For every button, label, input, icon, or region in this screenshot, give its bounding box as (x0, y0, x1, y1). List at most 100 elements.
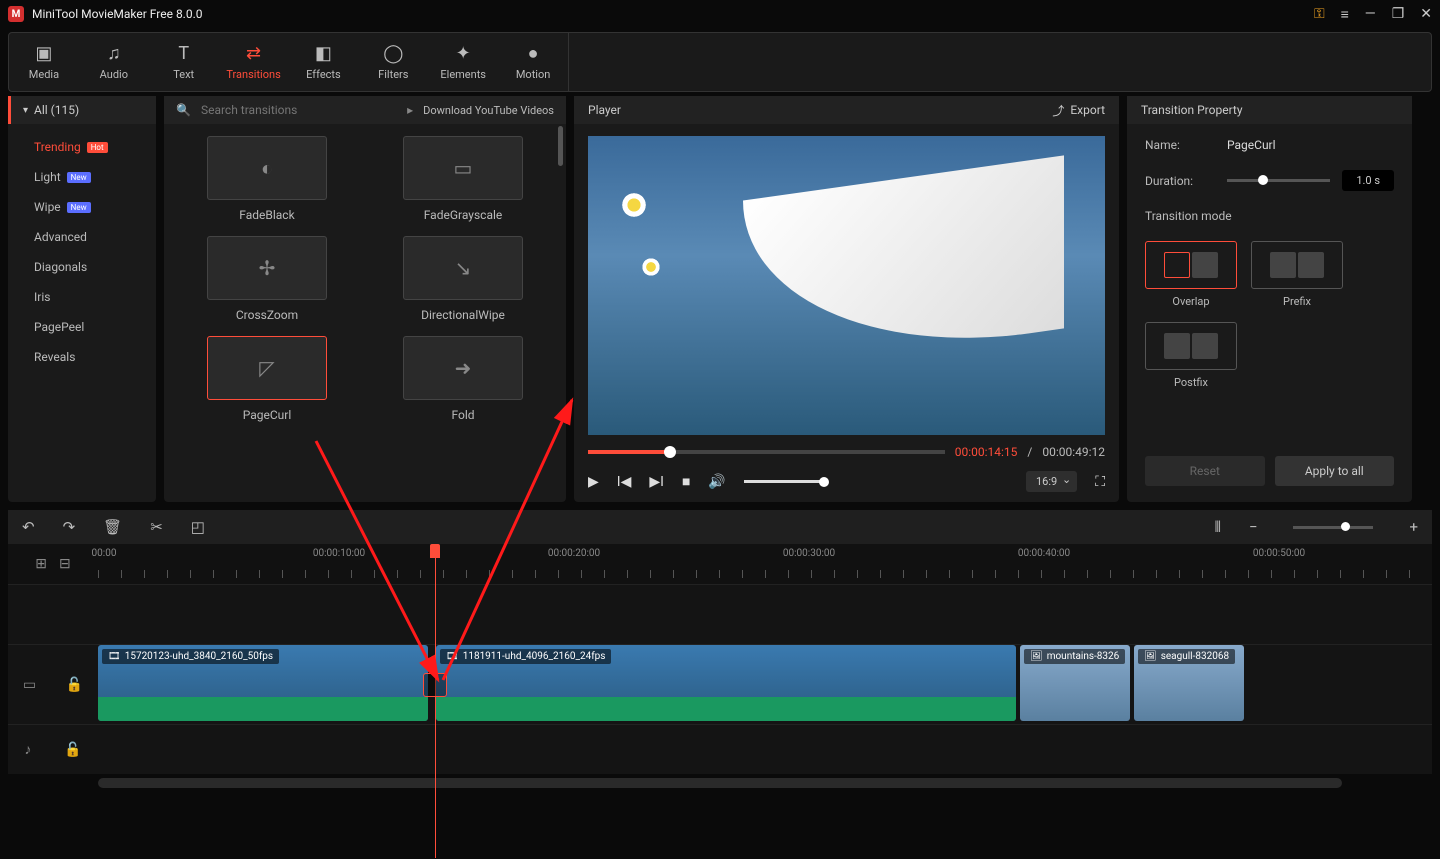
category-item[interactable]: Diagonals (8, 252, 156, 282)
duration-value: 1.0 s (1342, 170, 1394, 191)
player-panel: Player ⤴ Export 00:00:14:15 / 00:00:49:1… (574, 96, 1119, 502)
transition-item[interactable]: ➜Fold (380, 336, 546, 422)
category-item[interactable]: WipeNew (8, 192, 156, 222)
category-label: Trending (34, 140, 81, 154)
transition-thumb: ✢ (207, 236, 327, 300)
transition-label: FadeBlack (239, 208, 294, 222)
seek-bar[interactable] (588, 450, 945, 454)
tab-motion[interactable]: ●Motion (498, 33, 568, 91)
category-item[interactable]: PagePeel (8, 312, 156, 342)
player-title: Player (588, 103, 621, 117)
prev-button[interactable]: I◀ (617, 474, 632, 490)
transition-item[interactable]: ▭FadeGrayscale (380, 136, 546, 222)
name-label: Name: (1145, 138, 1215, 152)
lock-icon[interactable]: 🔓 (64, 742, 81, 758)
tab-transitions[interactable]: ⇄Transitions (219, 33, 289, 91)
category-header-label: All (115) (34, 103, 79, 117)
magnet-icon[interactable]: ⫴ (1215, 518, 1221, 536)
time-total: 00:00:49:12 (1042, 445, 1105, 459)
transition-item[interactable]: ↘DirectionalWipe (380, 236, 546, 322)
transition-label: Fold (451, 408, 474, 422)
stop-button[interactable]: ■ (682, 473, 690, 490)
mode-option[interactable]: Prefix (1251, 241, 1343, 308)
track-add-icon[interactable]: ⊞ (35, 556, 47, 572)
category-item[interactable]: Advanced (8, 222, 156, 252)
image-icon: 🖼 (1144, 651, 1157, 662)
category-header[interactable]: ▾ All (115) (8, 96, 156, 124)
category-item[interactable]: TrendingHot (8, 132, 156, 162)
split-button[interactable]: ✂ (150, 518, 163, 536)
category-item[interactable]: Reveals (8, 342, 156, 372)
category-item[interactable]: LightNew (8, 162, 156, 192)
titlebar: M MiniTool MovieMaker Free 8.0.0 ⚿ ≡ ― ❐… (0, 0, 1440, 28)
volume-slider[interactable] (744, 480, 824, 483)
play-button[interactable]: ▶ (588, 474, 599, 490)
delete-button[interactable]: 🗑 (103, 518, 122, 536)
tab-media[interactable]: ▣Media (9, 33, 79, 91)
scrollbar-thumb[interactable] (558, 126, 563, 166)
search-input[interactable] (201, 103, 397, 117)
filters-icon: ◯ (383, 43, 403, 64)
timeline-clip[interactable]: 🎞15720123-uhd_3840_2160_50fps (98, 645, 428, 721)
clip-header: 🖼seagull-832068 (1138, 649, 1235, 664)
time-current: 00:00:14:15 (955, 445, 1018, 459)
volume-icon[interactable]: 🔊 (708, 474, 725, 490)
download-youtube-link[interactable]: Download YouTube Videos (423, 104, 554, 117)
crop-button[interactable]: ◰ (191, 518, 205, 536)
timeline-clip[interactable]: 🖼seagull-832068 (1134, 645, 1244, 721)
timeline-clip[interactable]: 🎞1181911-uhd_4096_2160_24fps (436, 645, 1016, 721)
timeline-ruler[interactable]: ⊞ ⊟ 00:0000:00:10:0000:00:20:0000:00:30:… (8, 544, 1432, 584)
menu-icon[interactable]: ≡ (1341, 6, 1349, 23)
transition-thumb: ◐ (207, 136, 327, 200)
youtube-icon: ▸ (407, 103, 413, 117)
undo-button[interactable]: ↶ (22, 518, 35, 536)
duration-slider[interactable] (1227, 179, 1330, 182)
app-title: MiniTool MovieMaker Free 8.0.0 (32, 7, 1314, 21)
redo-button[interactable]: ↷ (63, 518, 76, 536)
clip-header: 🎞1181911-uhd_4096_2160_24fps (440, 649, 611, 664)
key-icon[interactable]: ⚿ (1314, 6, 1325, 22)
transitions-panel: 🔍 ▸ Download YouTube Videos ◐FadeBlack▭F… (164, 96, 566, 502)
app-logo: M (8, 6, 24, 22)
transition-marker[interactable] (423, 673, 447, 697)
property-panel: Transition Property Name: PageCurl Durat… (1127, 96, 1412, 502)
playhead[interactable] (430, 544, 440, 558)
image-icon: 🖼 (1030, 651, 1043, 662)
category-item[interactable]: Iris (8, 282, 156, 312)
transition-item[interactable]: ◸PageCurl (184, 336, 350, 422)
transition-item[interactable]: ✢CrossZoom (184, 236, 350, 322)
timeline-clip[interactable]: 🖼mountains-8326 (1020, 645, 1130, 721)
video-track-icon: ▭ (23, 677, 36, 693)
tab-text[interactable]: TText (149, 33, 219, 91)
tab-filters[interactable]: ◯Filters (358, 33, 428, 91)
fullscreen-button[interactable]: ⛶ (1095, 474, 1105, 490)
zoom-in-button[interactable]: + (1409, 518, 1418, 536)
mode-option[interactable]: Postfix (1145, 322, 1237, 389)
close-icon[interactable]: ✕ (1420, 6, 1432, 22)
apply-all-button[interactable]: Apply to all (1275, 456, 1395, 486)
tab-elements[interactable]: ✦Elements (428, 33, 498, 91)
zoom-slider[interactable] (1293, 526, 1373, 529)
text-icon: T (178, 43, 189, 64)
transitions-icon: ⇄ (246, 43, 261, 64)
folder-icon: ▣ (35, 43, 52, 64)
reset-button[interactable]: Reset (1145, 456, 1265, 486)
lock-icon[interactable]: 🔓 (66, 677, 83, 693)
category-label: Iris (34, 290, 50, 304)
transition-item[interactable]: ◐ FadeBlack (184, 136, 350, 222)
maximize-icon[interactable]: ❐ (1392, 6, 1405, 22)
mode-name: Postfix (1174, 376, 1208, 389)
timeline-hscroll[interactable] (98, 778, 1342, 788)
export-button[interactable]: ⤴ Export (1052, 102, 1105, 119)
aspect-select[interactable]: 16:9 (1026, 471, 1077, 492)
transition-label: FadeGrayscale (424, 208, 503, 222)
minimize-icon[interactable]: ― (1365, 6, 1376, 22)
tab-audio[interactable]: ♫Audio (79, 33, 149, 91)
track-collapse-icon[interactable]: ⊟ (59, 556, 71, 572)
tab-effects[interactable]: ◧Effects (289, 33, 359, 91)
next-button[interactable]: ▶I (649, 474, 664, 490)
transition-thumb: ↘ (403, 236, 523, 300)
mode-option[interactable]: Overlap (1145, 241, 1237, 308)
clip-name: 15720123-uhd_3840_2160_50fps (125, 651, 273, 662)
zoom-out-button[interactable]: − (1249, 518, 1258, 536)
